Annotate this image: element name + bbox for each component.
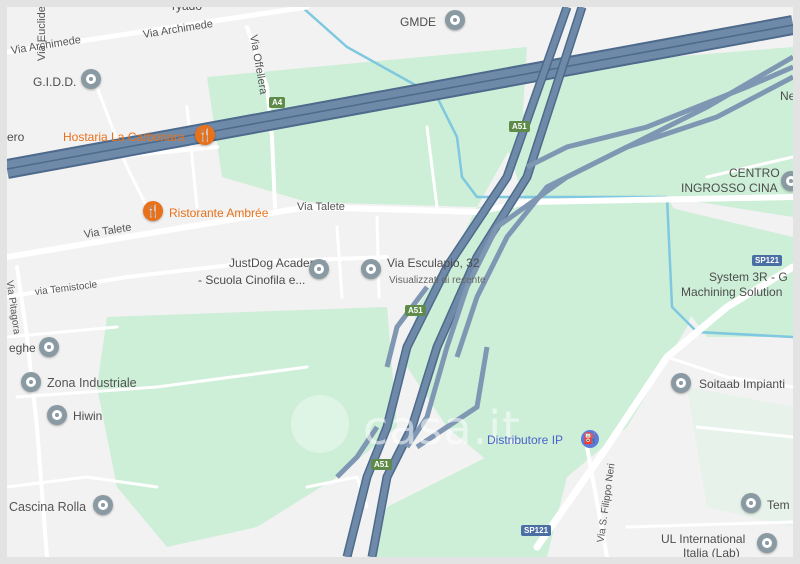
restaurant-icon[interactable]: 🍴 <box>143 201 163 221</box>
shield-sp121-east: SP121 <box>752 255 783 266</box>
map-pin-icon[interactable] <box>21 372 41 392</box>
restaurant-icon[interactable]: 🍴 <box>195 125 215 145</box>
poi-label-ul-line2[interactable]: Italia (Lab) <box>683 546 740 557</box>
map-pin-icon[interactable] <box>309 259 329 279</box>
poi-label-hostaria[interactable]: Hostaria La Carbonara <box>63 130 184 144</box>
poi-label-partial-top: ryado <box>172 0 203 13</box>
map-pin-icon[interactable] <box>39 337 59 357</box>
poi-label-hiwin[interactable]: Hiwin <box>73 409 102 423</box>
shield-a4: A4 <box>269 97 286 108</box>
poi-label-gmde[interactable]: GMDE <box>400 15 436 29</box>
map-pin-icon[interactable] <box>47 405 67 425</box>
poi-label-justdog-line2[interactable]: - Scuola Cinofila e... <box>198 273 305 287</box>
shield-a51-north: A51 <box>509 121 530 132</box>
poi-label-partial-ero: ero <box>7 130 25 144</box>
road-local-8 <box>375 215 381 299</box>
shield-sp121-south: SP121 <box>521 525 552 536</box>
map-pin-icon[interactable] <box>757 533 777 553</box>
poi-label-ristorante[interactable]: Ristorante Ambrée <box>169 206 268 220</box>
map-pin-icon[interactable] <box>445 10 465 30</box>
poi-label-centro-line2[interactable]: INGROSSO CINA <box>681 181 778 195</box>
casa-it-watermark: casa.it <box>291 395 527 469</box>
poi-label-ul-line1[interactable]: UL International <box>661 532 745 546</box>
poi-label-centro-line1[interactable]: CENTRO <box>729 166 780 180</box>
poi-label-gidd[interactable]: G.I.D.D. <box>33 75 76 89</box>
recent-place-pin-icon[interactable] <box>361 259 381 279</box>
poi-label-via-esculapio[interactable]: Via Esculapio, 32 <box>387 256 480 270</box>
poi-label-zona-industriale[interactable]: Zona Industriale <box>47 376 137 390</box>
poi-label-cascina-rolla[interactable]: Cascina Rolla <box>9 500 86 514</box>
poi-label-distributore-ip[interactable]: Distributore IP <box>487 433 563 447</box>
poi-label-visualizzati-di-recente: Visualizzati di recente <box>389 275 486 286</box>
shield-a51-south: A51 <box>371 459 392 470</box>
casa-logo-icon <box>291 395 349 453</box>
map-pin-icon[interactable] <box>781 171 793 191</box>
poi-label-partial-tem: Tem <box>767 498 790 512</box>
poi-label-soitaab[interactable]: Soitaab Impianti <box>699 377 785 391</box>
road-label-via-talete-2: Via Talete <box>297 201 345 213</box>
poi-label-system-3r-line1[interactable]: System 3R - G <box>709 270 788 284</box>
map-frame: casa.it Via Euclide Via Archimede Via Ar… <box>0 0 800 564</box>
map-pin-icon[interactable] <box>81 69 101 89</box>
map-pin-icon[interactable] <box>671 373 691 393</box>
poi-label-partial-ne: Ne <box>780 89 796 103</box>
poi-label-partial-eghe: eghe <box>9 341 36 355</box>
map-pin-icon[interactable] <box>93 495 113 515</box>
map-pin-icon[interactable] <box>741 493 761 513</box>
shield-a51-center: A51 <box>405 305 426 316</box>
poi-label-system-3r-line2[interactable]: Machining Solution <box>681 285 782 299</box>
gas-station-icon[interactable]: ⛽ <box>581 430 599 448</box>
